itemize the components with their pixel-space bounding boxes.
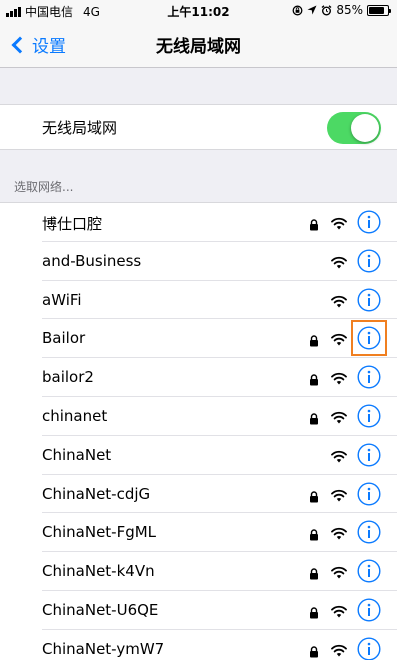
network-row[interactable]: aWiFi	[0, 281, 397, 320]
wifi-signal-icon	[331, 254, 347, 269]
network-row[interactable]: Bailor	[0, 319, 397, 358]
network-name: bailor2	[42, 368, 94, 387]
network-row[interactable]: ChinaNet-U6QE	[0, 591, 397, 630]
wifi-signal-icon	[331, 642, 347, 657]
location-icon	[307, 5, 317, 15]
network-row[interactable]: ChinaNet	[0, 436, 397, 475]
network-name: ChinaNet-FgML	[42, 523, 157, 542]
wifi-toggle-row: 无线局域网	[0, 104, 397, 150]
battery-percent: 85%	[336, 3, 363, 17]
wifi-signal-icon	[331, 525, 347, 540]
lock-icon	[309, 332, 319, 347]
info-icon[interactable]	[357, 598, 381, 622]
switch-knob	[351, 114, 379, 142]
info-icon[interactable]	[351, 320, 387, 357]
wifi-signal-icon	[331, 409, 347, 424]
network-list: 博仕口腔 and-Business aWiFi Bailor bailor2 chinan…	[0, 202, 397, 660]
wifi-signal-icon	[331, 293, 347, 308]
wifi-toggle-switch[interactable]	[327, 112, 381, 144]
info-icon[interactable]	[357, 288, 381, 312]
lock-icon	[309, 216, 319, 231]
network-name: ChinaNet-U6QE	[42, 600, 159, 619]
lock-icon	[309, 488, 319, 503]
wifi-signal-icon	[331, 487, 347, 502]
network-name: aWiFi	[42, 290, 82, 309]
page-title: 无线局域网	[156, 37, 241, 57]
lock-icon	[309, 526, 319, 541]
lock-icon	[309, 604, 319, 619]
rotation-lock-icon	[292, 5, 303, 15]
network-name: 博仕口腔	[42, 215, 103, 233]
info-icon[interactable]	[357, 443, 381, 467]
lock-icon	[309, 410, 319, 425]
network-name: Bailor	[42, 329, 86, 348]
network-name: ChinaNet	[42, 445, 112, 464]
wifi-signal-icon	[331, 603, 347, 618]
wifi-settings-screen: 中国电信 4G 上午11:02 85% 设置 无线局域网 无线局域网 选取网络.…	[0, 0, 397, 660]
network-row[interactable]: ChinaNet-ymW7	[0, 630, 397, 660]
network-name: chinanet	[42, 406, 108, 425]
networks-section-header: 选取网络...	[14, 180, 74, 194]
network-name: and-Business	[42, 251, 142, 270]
lock-icon	[309, 643, 319, 658]
wifi-signal-icon	[331, 331, 347, 346]
status-bar: 中国电信 4G 上午11:02 85%	[0, 0, 397, 20]
section-spacer	[0, 68, 397, 104]
wifi-signal-icon	[331, 448, 347, 463]
network-row[interactable]: bailor2	[0, 358, 397, 397]
info-icon[interactable]	[357, 210, 381, 234]
info-icon[interactable]	[357, 249, 381, 273]
wifi-signal-icon	[331, 564, 347, 579]
network-row[interactable]: and-Business	[0, 242, 397, 281]
network-row[interactable]: 博仕口腔	[0, 203, 397, 242]
status-right: 85%	[292, 3, 391, 17]
battery-level	[369, 6, 385, 14]
info-icon[interactable]	[357, 404, 381, 428]
info-icon[interactable]	[357, 482, 381, 506]
network-row[interactable]: ChinaNet-FgML	[0, 513, 397, 552]
network-name: ChinaNet-ymW7	[42, 639, 165, 658]
info-icon[interactable]	[357, 365, 381, 389]
battery-icon	[367, 4, 391, 16]
alarm-icon	[321, 4, 332, 15]
network-name: ChinaNet-cdjG	[42, 484, 151, 503]
wifi-toggle-label: 无线局域网	[42, 119, 118, 137]
network-row[interactable]: chinanet	[0, 397, 397, 436]
network-name: ChinaNet-k4Vn	[42, 562, 155, 581]
navigation-bar: 设置 无线局域网	[0, 20, 397, 68]
info-icon[interactable]	[357, 637, 381, 660]
lock-icon	[309, 565, 319, 580]
wifi-signal-icon	[331, 370, 347, 385]
network-row[interactable]: ChinaNet-k4Vn	[0, 552, 397, 591]
info-icon[interactable]	[357, 559, 381, 583]
network-row[interactable]: ChinaNet-cdjG	[0, 475, 397, 514]
wifi-signal-icon	[331, 215, 347, 230]
info-icon[interactable]	[357, 520, 381, 544]
lock-icon	[309, 371, 319, 386]
